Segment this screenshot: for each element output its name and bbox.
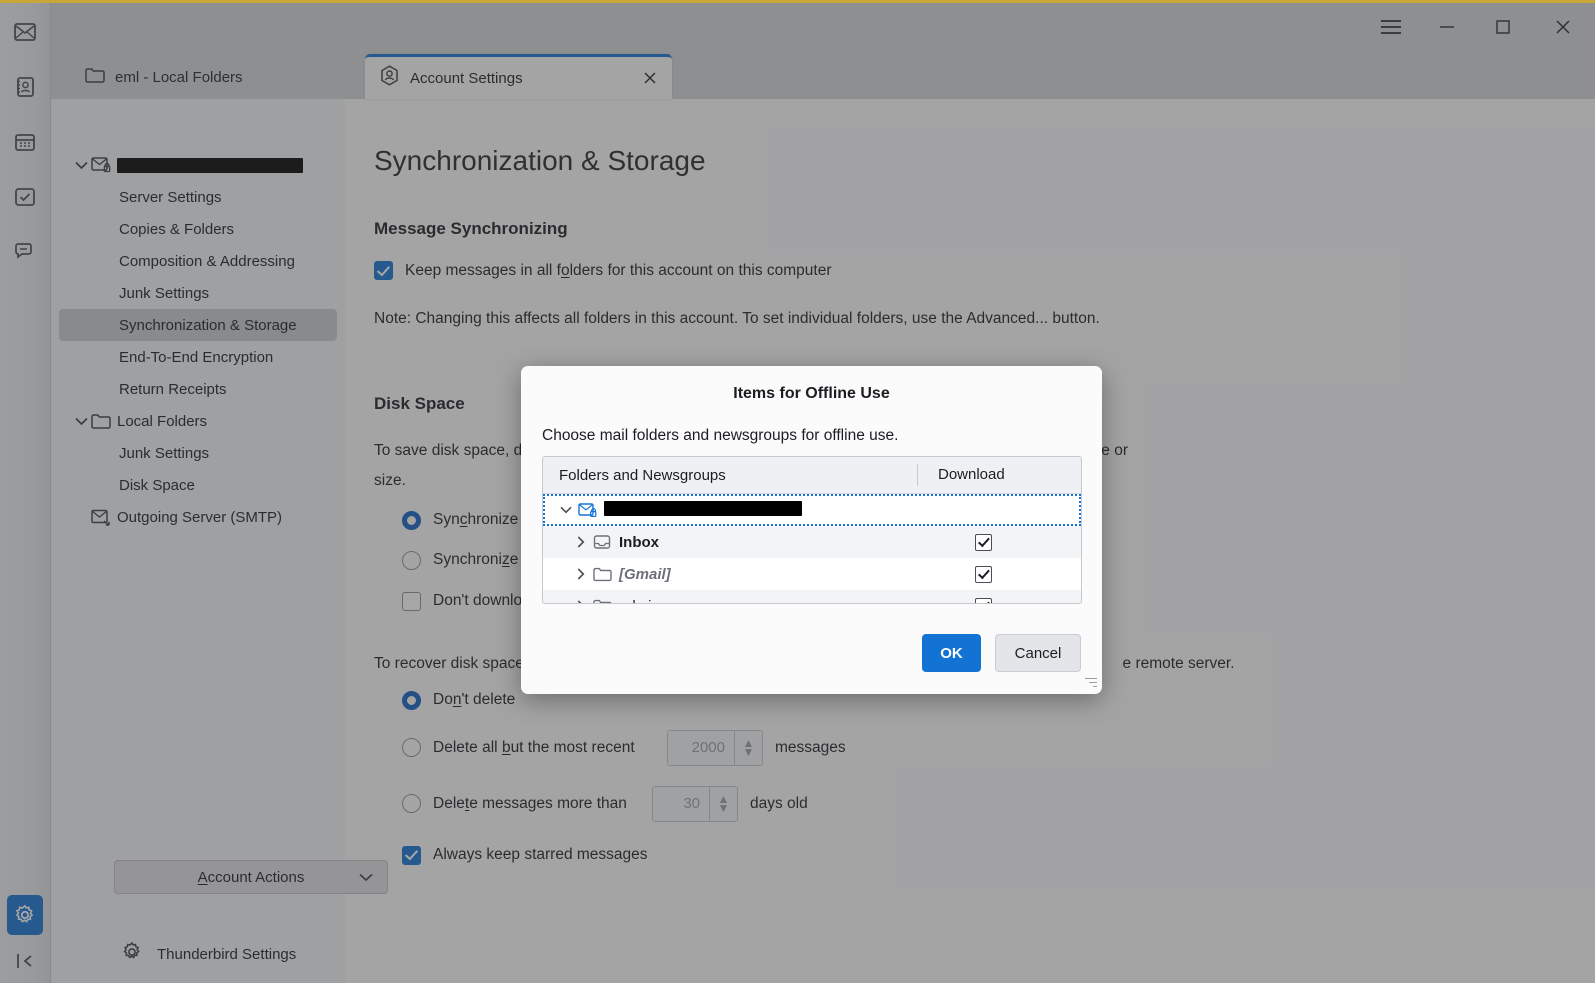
tree-row-account[interactable] xyxy=(543,494,1081,526)
dialog-description: Choose mail folders and newsgroups for o… xyxy=(542,427,899,444)
items-for-offline-use-dialog: Items for Offline Use Choose mail folder… xyxy=(521,366,1102,694)
inbox-icon xyxy=(593,534,619,550)
column-header-folders[interactable]: Folders and Newsgroups xyxy=(543,467,917,484)
chevron-right-icon[interactable] xyxy=(569,536,593,548)
chevron-right-icon[interactable] xyxy=(569,600,593,603)
chevron-down-icon[interactable] xyxy=(554,506,578,514)
folder-icon xyxy=(593,567,619,582)
download-checkbox[interactable] xyxy=(975,597,992,603)
download-checkbox[interactable] xyxy=(975,565,992,583)
tree-row-admin[interactable]: admin xyxy=(543,590,1081,604)
dialog-buttons: OK Cancel xyxy=(922,634,1081,672)
thunderbird-window: Search... CTRL + K eml - Local Folders xyxy=(0,0,1595,983)
cancel-button[interactable]: Cancel xyxy=(995,634,1081,672)
tree-row-label: Inbox xyxy=(619,533,659,551)
secure-mail-icon xyxy=(578,502,604,518)
tree-row-inbox[interactable]: Inbox xyxy=(543,526,1081,558)
folders-tree-header: Folders and Newsgroups Download xyxy=(543,457,1081,494)
dialog-title: Items for Offline Use xyxy=(733,385,890,402)
window-accent-line xyxy=(0,0,1595,3)
chevron-right-icon[interactable] xyxy=(569,568,593,580)
tree-row-account-name-redacted xyxy=(604,500,1081,520)
download-checkbox-cell[interactable] xyxy=(975,533,992,551)
folder-icon xyxy=(593,599,619,603)
ok-button[interactable]: OK xyxy=(922,634,981,672)
column-header-download[interactable]: Download xyxy=(917,464,1081,486)
download-checkbox-cell[interactable] xyxy=(975,565,992,583)
download-checkbox[interactable] xyxy=(975,533,992,551)
tree-row-label: [Gmail] xyxy=(619,565,671,583)
dialog-resize-grip[interactable] xyxy=(1083,675,1097,689)
tree-row-label: admin xyxy=(619,598,1081,604)
tree-row-gmail[interactable]: [Gmail] xyxy=(543,558,1081,590)
download-checkbox-cell[interactable] xyxy=(975,597,992,603)
folders-tree-panel: Folders and Newsgroups Download Inbox [G… xyxy=(542,456,1082,604)
